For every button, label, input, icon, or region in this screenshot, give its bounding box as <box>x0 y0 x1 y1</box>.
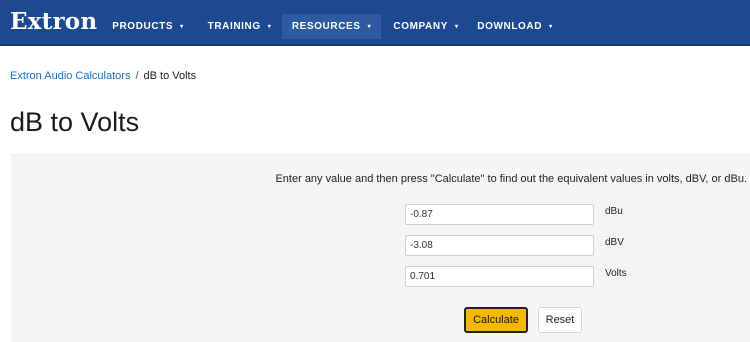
extron-logo[interactable]: Extron <box>10 8 97 35</box>
nav-training-label: TRAINING <box>207 21 261 32</box>
reset-button[interactable]: Reset <box>538 307 582 333</box>
volts-unit-label: Volts <box>605 268 627 279</box>
chevron-down-icon: ▾ <box>454 24 459 30</box>
instructions-text: Enter any value and then press "Calculat… <box>275 173 747 185</box>
chevron-down-icon: ▾ <box>367 24 372 30</box>
dbv-unit-label: dBV <box>605 237 624 248</box>
calculator-panel: Enter any value and then press "Calculat… <box>11 154 750 342</box>
nav-products-label: PRODUCTS <box>112 21 174 32</box>
calculate-button[interactable]: Calculate <box>464 307 528 333</box>
page-title: dB to Volts <box>10 107 140 137</box>
breadcrumb: Extron Audio Calculators / dB to Volts <box>10 70 196 82</box>
breadcrumb-separator: / <box>135 70 139 82</box>
nav-company-label: COMPANY <box>393 21 448 32</box>
nav-company[interactable]: COMPANY ▾ <box>383 14 469 39</box>
chevron-down-icon: ▾ <box>180 24 184 30</box>
top-navbar: Extron PRODUCTS ▾ TRAINING ▾ RESOURCES ▾… <box>0 0 750 46</box>
nav-resources-label: RESOURCES <box>291 21 361 32</box>
dbu-input[interactable] <box>405 204 594 225</box>
breadcrumb-current: dB to Volts <box>143 70 197 82</box>
dbv-input[interactable] <box>405 235 594 256</box>
nav-download-label: DOWNLOAD <box>477 21 543 32</box>
chevron-down-icon: ▾ <box>267 24 272 30</box>
nav-download[interactable]: DOWNLOAD ▾ <box>471 14 559 39</box>
dbu-unit-label: dBu <box>605 206 623 217</box>
chevron-down-icon: ▾ <box>549 24 553 30</box>
nav-resources[interactable]: RESOURCES ▾ <box>282 14 381 39</box>
nav-training[interactable]: TRAINING ▾ <box>197 14 282 39</box>
volts-input[interactable] <box>405 266 594 287</box>
breadcrumb-link-audio-calculators[interactable]: Extron Audio Calculators <box>10 70 130 82</box>
nav-products[interactable]: PRODUCTS ▾ <box>103 14 193 39</box>
